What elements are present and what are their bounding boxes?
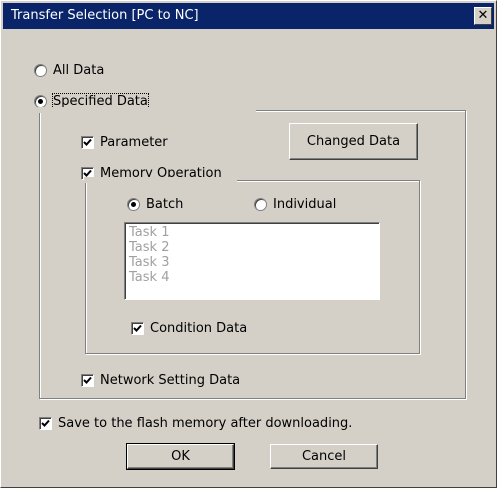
title-bar[interactable]: Transfer Selection [PC to NC] ✕ — [3, 3, 494, 29]
all-data-label: All Data — [53, 63, 105, 78]
close-button[interactable]: ✕ — [474, 7, 492, 25]
changed-data-label: Changed Data — [306, 134, 401, 149]
transfer-selection-dialog: Transfer Selection [PC to NC] ✕ All Data… — [0, 0, 497, 488]
batch-radio-indicator — [127, 198, 140, 211]
batch-label: Batch — [146, 197, 184, 212]
condition-data-check-box — [131, 322, 144, 335]
check-icon — [41, 419, 50, 427]
group-label-gap — [38, 107, 256, 113]
check-icon — [133, 324, 142, 332]
save-flash-label: Save to the flash memory after downloadi… — [58, 416, 353, 431]
list-item[interactable]: Task 2 — [129, 240, 375, 255]
inner-group-label-gap — [84, 177, 237, 183]
individual-radio-indicator — [254, 198, 267, 211]
ok-label: OK — [171, 449, 190, 464]
window-title: Transfer Selection [PC to NC] — [11, 8, 199, 23]
check-icon — [83, 376, 92, 384]
list-item[interactable]: Task 4 — [129, 270, 375, 285]
task-listbox[interactable]: Task 1 Task 2 Task 3 Task 4 — [124, 222, 380, 300]
check-icon — [83, 138, 92, 146]
ok-button[interactable]: OK — [126, 443, 235, 470]
network-setting-check-box — [81, 374, 94, 387]
cancel-label: Cancel — [301, 449, 347, 464]
parameter-label: Parameter — [100, 135, 168, 150]
list-item[interactable]: Task 1 — [129, 225, 375, 240]
changed-data-button[interactable]: Changed Data — [289, 123, 418, 160]
parameter-check-box — [81, 136, 94, 149]
network-setting-label: Network Setting Data — [100, 373, 241, 388]
close-icon: ✕ — [477, 8, 489, 23]
list-item[interactable]: Task 3 — [129, 255, 375, 270]
individual-label: Individual — [273, 197, 337, 212]
cancel-button[interactable]: Cancel — [270, 444, 378, 469]
all-data-radio-indicator — [34, 64, 47, 77]
condition-data-label: Condition Data — [150, 321, 248, 336]
save-flash-check-box — [39, 417, 52, 430]
